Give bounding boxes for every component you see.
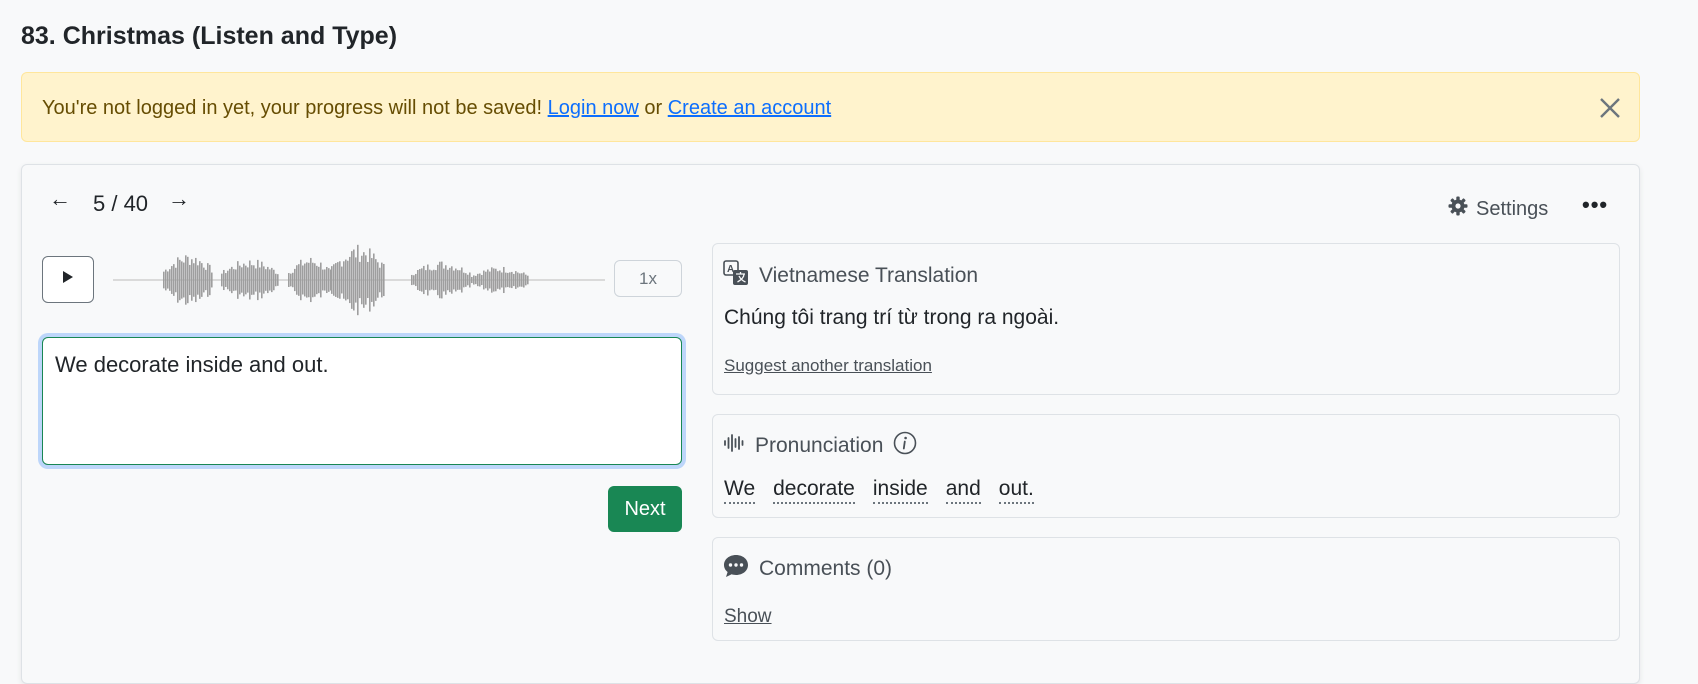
info-icon[interactable] <box>893 431 917 461</box>
settings-label: Settings <box>1476 197 1549 220</box>
comments-heading: Comments (0) <box>759 557 893 580</box>
next-button[interactable]: Next <box>608 486 682 532</box>
alert-message: You're not logged in yet, your progress … <box>42 97 543 119</box>
pronunciation-word[interactable]: decorate <box>773 477 855 504</box>
pronunciation-heading: Pronunciation <box>755 434 884 457</box>
comments-header: Comments (0) <box>723 554 892 584</box>
soundwave-icon <box>723 432 745 460</box>
login-link[interactable]: Login now <box>548 97 639 119</box>
translation-panel: A Vietnamese Translation Chúng tôi trang… <box>712 243 1620 395</box>
translation-heading: Vietnamese Translation <box>759 264 979 287</box>
pronunciation-word[interactable]: and <box>945 477 981 504</box>
pronunciation-words: We decorate inside and out. <box>724 477 1034 504</box>
ellipsis-icon[interactable]: ••• <box>1582 194 1608 216</box>
progress-counter: 5 / 40 <box>93 191 149 216</box>
answer-input[interactable] <box>42 337 682 465</box>
settings-button[interactable]: Settings <box>1448 196 1548 222</box>
alert-message-line: You're not logged in yet, your progress … <box>42 97 831 120</box>
translation-header: A Vietnamese Translation <box>723 260 978 292</box>
audio-waveform[interactable] <box>113 238 605 322</box>
arrow-left-icon[interactable]: ← <box>49 188 71 210</box>
alert-or-text: or <box>644 97 663 119</box>
create-account-link[interactable]: Create an account <box>668 97 831 119</box>
play-button[interactable] <box>42 256 94 303</box>
comments-panel: Comments (0) Show <box>712 537 1620 641</box>
gear-icon <box>1448 196 1468 222</box>
play-icon <box>62 270 74 289</box>
login-alert: You're not logged in yet, your progress … <box>21 72 1640 142</box>
pronunciation-header: Pronunciation <box>723 431 917 461</box>
close-icon[interactable] <box>1597 95 1623 121</box>
pronunciation-panel: Pronunciation We decorate inside and out… <box>712 414 1620 518</box>
arrow-right-icon[interactable]: → <box>168 188 190 210</box>
show-comments-link[interactable]: Show <box>724 606 772 628</box>
pronunciation-word[interactable]: We <box>724 477 756 504</box>
translation-text: Chúng tôi trang trí từ trong ra ngoài. <box>724 306 1060 329</box>
suggest-translation-link[interactable]: Suggest another translation <box>724 356 932 376</box>
pronunciation-word[interactable]: out. <box>998 477 1034 504</box>
translate-icon: A <box>723 260 749 292</box>
chat-icon <box>723 554 749 584</box>
pronunciation-word[interactable]: inside <box>872 477 928 504</box>
page-title: 83. Christmas (Listen and Type) <box>21 22 398 50</box>
playback-speed-button[interactable]: 1x <box>614 260 682 297</box>
